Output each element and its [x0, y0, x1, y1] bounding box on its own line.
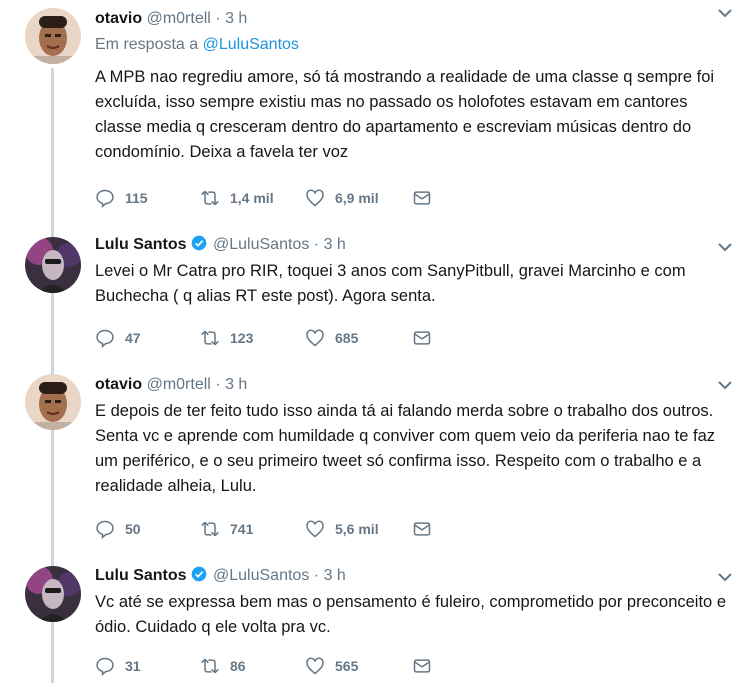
tweet-header: otavio @m0rtell · 3 h — [95, 7, 728, 31]
tweet-actions: 115 1,4 mil 6,9 mil — [95, 186, 442, 210]
tweet[interactable]: otavio @m0rtell · 3 h Em resposta a @Lul… — [0, 0, 750, 222]
reply-count: 50 — [125, 521, 141, 537]
tweet[interactable]: otavio @m0rtell · 3 h E depois de ter fe… — [0, 366, 750, 556]
display-name[interactable]: otavio — [95, 10, 142, 27]
display-name[interactable]: Lulu Santos — [95, 236, 187, 253]
separator-dot: · — [313, 567, 320, 584]
retweet-button[interactable]: 741 — [200, 519, 305, 539]
retweet-button[interactable]: 1,4 mil — [200, 188, 305, 208]
display-name[interactable]: otavio — [95, 376, 142, 393]
retweet-count: 86 — [230, 658, 246, 674]
retweet-count: 123 — [230, 330, 254, 346]
reply-count: 47 — [125, 330, 141, 346]
reply-button[interactable]: 31 — [95, 656, 200, 676]
tweet-text: A MPB nao regrediu amore, só tá mostrand… — [95, 68, 715, 161]
separator-dot: · — [215, 10, 221, 27]
tweet-text: Levei o Mr Catra pro RIR, toquei 3 anos … — [95, 262, 686, 305]
tweet[interactable]: Lulu Santos @LuluSantos · 3 h Vc até se … — [0, 560, 750, 683]
timestamp[interactable]: 3 h — [324, 236, 346, 253]
envelope-icon — [413, 331, 431, 345]
tweet-actions: 47 123 685 — [95, 326, 442, 350]
like-count: 6,9 mil — [335, 190, 379, 206]
like-count: 685 — [335, 330, 359, 346]
avatar[interactable] — [25, 374, 81, 430]
timestamp[interactable]: 3 h — [225, 10, 247, 27]
retweet-count: 1,4 mil — [230, 190, 274, 206]
reply-to-label: Em resposta a — [95, 36, 203, 53]
reply-count: 115 — [125, 190, 148, 206]
retweet-button[interactable]: 123 — [200, 328, 305, 348]
like-button[interactable]: 565 — [305, 656, 412, 676]
chevron-down-icon[interactable] — [718, 572, 732, 582]
verified-badge-icon — [191, 235, 206, 251]
display-name[interactable]: Lulu Santos — [95, 567, 187, 584]
separator-dot: · — [215, 376, 221, 393]
like-count: 5,6 mil — [335, 521, 379, 537]
avatar-otavio-image — [25, 8, 81, 64]
retweet-icon — [201, 658, 219, 674]
like-count: 565 — [335, 658, 359, 674]
verified-badge-icon — [191, 566, 206, 582]
avatar[interactable] — [25, 237, 81, 293]
envelope-icon — [413, 191, 431, 205]
retweet-button[interactable]: 86 — [200, 656, 305, 676]
timestamp[interactable]: 3 h — [225, 376, 247, 393]
username[interactable]: @m0rtell — [147, 376, 211, 393]
like-button[interactable]: 6,9 mil — [305, 188, 412, 208]
chevron-down-icon[interactable] — [718, 8, 732, 18]
retweet-icon — [201, 330, 219, 346]
reply-icon — [96, 520, 114, 539]
avatar-otavio-image — [25, 374, 81, 430]
avatar-lulu-image — [25, 237, 81, 293]
username[interactable]: @LuluSantos — [213, 567, 309, 584]
chevron-down-icon[interactable] — [718, 380, 732, 390]
direct-message-button[interactable] — [412, 188, 442, 208]
tweet-header: Lulu Santos @LuluSantos · 3 h — [95, 564, 728, 588]
avatar[interactable] — [25, 8, 81, 64]
reply-icon — [96, 657, 114, 676]
reply-button[interactable]: 47 — [95, 328, 200, 348]
separator-dot: · — [313, 236, 320, 253]
retweet-count: 741 — [230, 521, 254, 537]
envelope-icon — [413, 522, 431, 536]
reply-icon — [96, 329, 114, 348]
avatar-lulu-image — [25, 566, 81, 622]
reply-icon — [96, 189, 114, 208]
envelope-icon — [413, 659, 431, 673]
chevron-down-icon[interactable] — [718, 242, 732, 252]
reply-button[interactable]: 115 — [95, 188, 200, 208]
retweet-icon — [201, 521, 219, 537]
like-button[interactable]: 5,6 mil — [305, 519, 412, 539]
tweet-actions: 50 741 5,6 mil — [95, 517, 442, 541]
tweet-header: Lulu Santos @LuluSantos · 3 h — [95, 233, 728, 257]
reply-to-mention[interactable]: @LuluSantos — [203, 36, 299, 53]
tweet-actions: 31 86 565 — [95, 654, 442, 678]
retweet-icon — [201, 190, 219, 206]
direct-message-button[interactable] — [412, 519, 442, 539]
reply-button[interactable]: 50 — [95, 519, 200, 539]
username[interactable]: @LuluSantos — [213, 236, 309, 253]
tweet-thread: otavio @m0rtell · 3 h Em resposta a @Lul… — [0, 0, 750, 683]
avatar[interactable] — [25, 566, 81, 622]
reply-context: Em resposta a @LuluSantos — [95, 33, 728, 57]
heart-icon — [306, 657, 324, 675]
heart-icon — [306, 189, 324, 207]
heart-icon — [306, 520, 324, 538]
reply-count: 31 — [125, 658, 141, 674]
like-button[interactable]: 685 — [305, 328, 412, 348]
tweet-header: otavio @m0rtell · 3 h — [95, 373, 728, 397]
username[interactable]: @m0rtell — [147, 10, 211, 27]
tweet-text: E depois de ter feito tudo isso ainda tá… — [95, 402, 716, 495]
tweet[interactable]: Lulu Santos @LuluSantos · 3 h Levei o Mr… — [0, 228, 750, 356]
direct-message-button[interactable] — [412, 328, 442, 348]
tweet-text: Vc até se expressa bem mas o pensamento … — [95, 593, 726, 636]
heart-icon — [306, 329, 324, 347]
direct-message-button[interactable] — [412, 656, 442, 676]
timestamp[interactable]: 3 h — [324, 567, 346, 584]
